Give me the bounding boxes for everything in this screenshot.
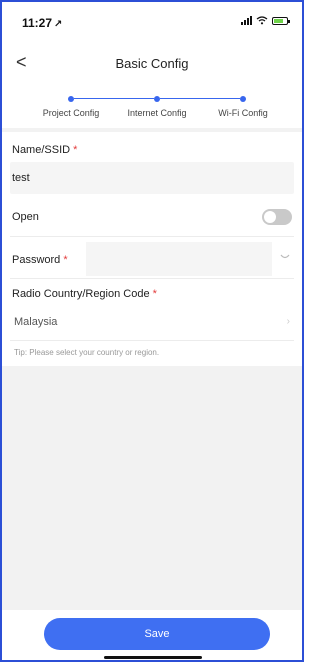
ssid-label: Name/SSID * [12, 144, 78, 156]
status-time: 11:27 ↗ [22, 16, 62, 30]
password-input[interactable] [86, 242, 272, 276]
toggle-knob [264, 211, 276, 223]
region-tip: Tip: Please select your country or regio… [14, 348, 160, 357]
status-icons [241, 16, 290, 25]
home-indicator [104, 656, 202, 659]
chevron-right-icon: › [286, 316, 290, 327]
password-label: Password * [12, 254, 68, 266]
divider [10, 340, 294, 341]
region-select[interactable]: Malaysia › [2, 306, 302, 340]
step-dot-icon [154, 96, 160, 102]
step-dot-icon [240, 96, 246, 102]
location-icon: ↗ [54, 19, 63, 30]
required-mark: * [152, 288, 157, 300]
phone-screen: 11:27 ↗ < Basic Config Project Config Int… [0, 0, 304, 662]
region-label: Radio Country/Region Code * [12, 288, 157, 300]
nav-bar: < Basic Config [2, 42, 302, 82]
status-bar: 11:27 ↗ [2, 2, 302, 42]
open-toggle[interactable] [262, 209, 292, 225]
eye-icon[interactable] [280, 252, 290, 263]
required-mark: * [63, 254, 68, 266]
battery-icon [272, 16, 290, 25]
ssid-value: test [12, 172, 30, 184]
divider [10, 236, 294, 237]
page-title: Basic Config [115, 56, 189, 71]
step-label-internet: Internet Config [127, 108, 187, 118]
footer-bar: Save [2, 610, 302, 660]
signal-icon [241, 16, 252, 25]
step-label-wifi: Wi-Fi Config [218, 108, 268, 118]
divider [10, 278, 294, 279]
wifi-config-form: Name/SSID * test Open Password * Radio C… [2, 132, 302, 366]
step-connector [74, 98, 154, 99]
ssid-input[interactable]: test [10, 162, 294, 194]
save-button[interactable]: Save [44, 618, 270, 650]
time-text: 11:27 [22, 16, 53, 30]
region-value: Malaysia [14, 316, 58, 328]
step-label-project: Project Config [42, 108, 100, 118]
step-dot-icon [68, 96, 74, 102]
progress-stepper: Project Config Internet Config Wi-Fi Con… [2, 82, 302, 128]
step-connector [160, 98, 240, 99]
required-mark: * [73, 144, 78, 156]
wifi-icon [256, 16, 268, 25]
open-label: Open [12, 211, 39, 223]
